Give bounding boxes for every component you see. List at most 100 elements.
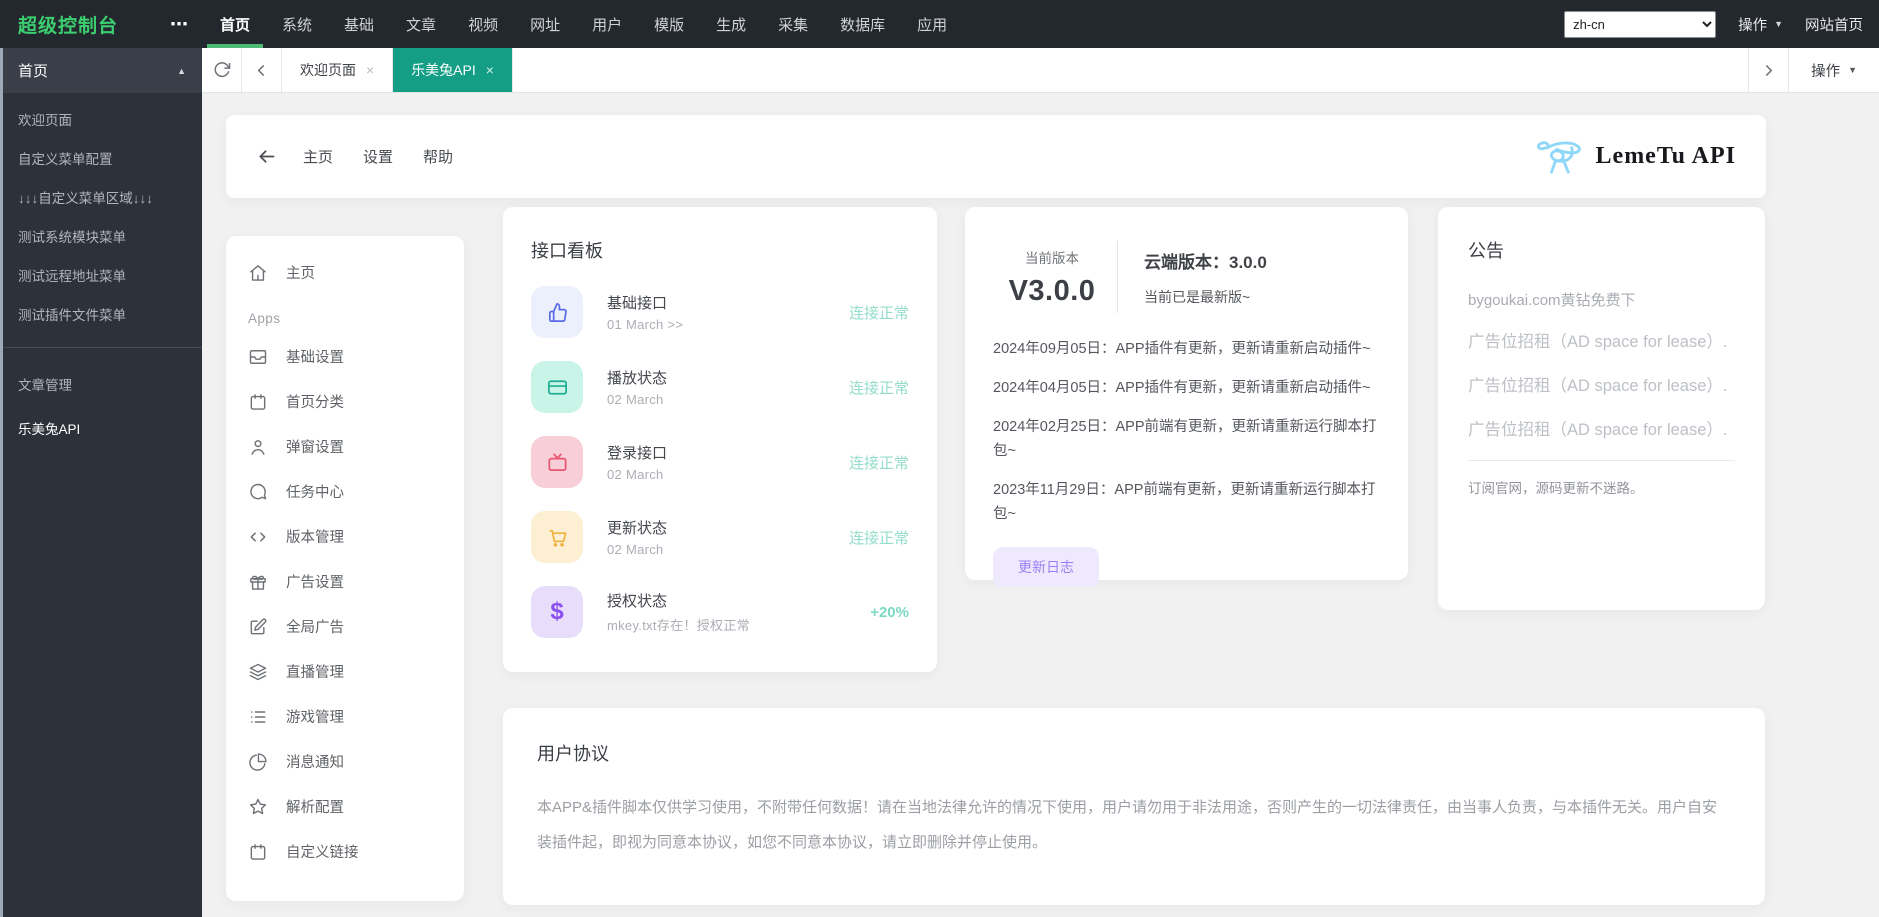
cloud-version-block: 云端版本：3.0.0 当前已是最新版~ <box>1144 248 1267 307</box>
user-icon <box>248 437 268 457</box>
version-header: 当前版本 V3.0.0 云端版本：3.0.0 当前已是最新版~ <box>993 241 1380 313</box>
sidenav-item-basic-settings[interactable]: 基础设置 <box>226 334 464 379</box>
refresh-button[interactable] <box>202 48 242 92</box>
calendar-icon <box>248 392 268 412</box>
sidebar-item-test-system-module[interactable]: 测试系统模块菜单 <box>0 216 202 255</box>
sidebar-item-test-plugin-file[interactable]: 测试插件文件菜单 <box>0 294 202 333</box>
version-log-entry: 2023年11月29日：APP前端有更新，更新请重新运行脚本打包~ <box>993 478 1380 526</box>
header-menu-help[interactable]: 帮助 <box>423 146 453 167</box>
sidebar-item-custom-menu-config[interactable]: 自定义菜单配置 <box>0 138 202 177</box>
brand-area: LemeTu API <box>1532 137 1736 177</box>
notice-item: bygoukai.com黄钻免费下 <box>1468 289 1735 310</box>
sidenav-item-task-center[interactable]: 任务中心 <box>226 469 464 514</box>
sidebar-item-welcome[interactable]: 欢迎页面 <box>0 99 202 138</box>
sidenav-item-game-manage[interactable]: 游戏管理 <box>226 694 464 739</box>
sidenav-item-home-category[interactable]: 首页分类 <box>226 379 464 424</box>
sidebar-group-2: 文章管理 乐美兔API <box>0 356 202 456</box>
sidebar-item-test-remote-addr[interactable]: 测试远程地址菜单 <box>0 255 202 294</box>
sidenav-item-live-manage[interactable]: 直播管理 <box>226 649 464 694</box>
notice-divider <box>1468 460 1735 461</box>
current-version-label: 当前版本 <box>993 247 1111 267</box>
user-agreement-card: 用户协议 本APP&插件脚本仅供学习使用，不附带任何数据！请在当地法律允许的情况… <box>503 708 1765 905</box>
agreement-title: 用户协议 <box>537 740 1731 766</box>
pie-chart-icon <box>248 752 268 772</box>
sidenav-item-global-ad[interactable]: 全局广告 <box>226 604 464 649</box>
version-log-entry: 2024年09月05日：APP插件有更新，更新请重新启动插件~ <box>993 337 1380 361</box>
chevron-right-icon <box>1760 62 1777 79</box>
nav-item-url[interactable]: 网址 <box>514 0 576 48</box>
tab-lemetu-api[interactable]: 乐美兔API × <box>393 48 513 92</box>
header-menu-settings[interactable]: 设置 <box>363 146 393 167</box>
nav-item-video[interactable]: 视频 <box>452 0 514 48</box>
nav-item-collect[interactable]: 采集 <box>762 0 824 48</box>
calendar-icon <box>248 842 268 862</box>
sidenav-item-custom-link[interactable]: 自定义链接 <box>226 829 464 874</box>
tabs-scroll-left-button[interactable] <box>242 48 282 92</box>
nav-item-system[interactable]: 系统 <box>266 0 328 48</box>
nav-item-home[interactable]: 首页 <box>204 0 266 48</box>
close-icon[interactable]: × <box>486 62 494 78</box>
rabbit-logo-icon <box>1532 137 1586 177</box>
dashboard-row-play-status[interactable]: 播放状态 02 March 连接正常 <box>531 361 909 413</box>
caret-down-icon: ▼ <box>1848 65 1857 75</box>
sidenav-item-parse-config[interactable]: 解析配置 <box>226 784 464 829</box>
nav-item-template[interactable]: 模版 <box>638 0 700 48</box>
nav-item-generate[interactable]: 生成 <box>700 0 762 48</box>
nav-action-dropdown[interactable]: 操作 ▼ <box>1738 14 1783 35</box>
sidebar-group-header[interactable]: 首页 ▲ <box>0 48 202 93</box>
status-badge: 连接正常 <box>849 302 909 323</box>
more-icon[interactable]: ⋯ <box>170 19 190 29</box>
sidenav-item-version-manage[interactable]: 版本管理 <box>226 514 464 559</box>
agreement-body: 本APP&插件脚本仅供学习使用，不附带任何数据！请在当地法律允许的情况下使用，用… <box>537 790 1731 860</box>
thumbs-up-icon <box>546 301 569 324</box>
site-home-link[interactable]: 网站首页 <box>1805 14 1863 35</box>
sidebar-group-1: 欢迎页面 自定义菜单配置 ↓↓↓自定义菜单区域↓↓↓ 测试系统模块菜单 测试远程… <box>0 93 202 339</box>
caret-down-icon: ▼ <box>1774 19 1783 29</box>
close-icon[interactable]: × <box>366 62 374 78</box>
cart-icon <box>546 526 569 549</box>
nav-item-database[interactable]: 数据库 <box>824 0 901 48</box>
status-badge: 连接正常 <box>849 452 909 473</box>
sidenav-item-message-notify[interactable]: 消息通知 <box>226 739 464 784</box>
edit-icon <box>248 617 268 637</box>
tabs-scroll-right-button[interactable] <box>1748 48 1788 92</box>
nav-item-article[interactable]: 文章 <box>390 0 452 48</box>
dashboard-row-license-status[interactable]: $ 授权状态 mkey.txt存在！授权正常 +20% <box>531 586 909 638</box>
sidebar-item-custom-menu-zone[interactable]: ↓↓↓自定义菜单区域↓↓↓ <box>0 177 202 216</box>
sidenav-item-ad-settings[interactable]: 广告设置 <box>226 559 464 604</box>
gift-icon <box>248 572 268 592</box>
back-arrow-button[interactable] <box>256 146 277 167</box>
notice-card: 公告 bygoukai.com黄钻免费下 广告位招租（AD space for … <box>1438 207 1765 610</box>
brand-name: LemeTu API <box>1596 143 1736 170</box>
nav-item-user[interactable]: 用户 <box>576 0 638 48</box>
nav-item-app[interactable]: 应用 <box>901 0 963 48</box>
cloud-version-line: 云端版本：3.0.0 <box>1144 248 1267 273</box>
sidebar-item-article-manage[interactable]: 文章管理 <box>0 362 202 406</box>
tab-welcome-page[interactable]: 欢迎页面 × <box>282 48 393 92</box>
chat-bubble-icon <box>248 482 268 502</box>
inbox-icon <box>248 347 268 367</box>
dashboard-row-login-api[interactable]: 登录接口 02 March 连接正常 <box>531 436 909 488</box>
top-nav-bar: 超级控制台 ⋯ 首页 系统 基础 文章 视频 网址 用户 模版 生成 采集 数据… <box>0 0 1879 48</box>
main-content: 主页 设置 帮助 LemeTu API 主页 Apps <box>202 93 1879 917</box>
update-log-button[interactable]: 更新日志 <box>993 547 1099 587</box>
home-icon <box>248 263 268 283</box>
nav-item-basic[interactable]: 基础 <box>328 0 390 48</box>
sidenav-item-popup-settings[interactable]: 弹窗设置 <box>226 424 464 469</box>
current-version-block: 当前版本 V3.0.0 <box>993 247 1111 308</box>
dashboard-title: 接口看板 <box>531 237 909 263</box>
tile <box>531 436 583 488</box>
app-logo[interactable]: 超级控制台 <box>0 11 170 38</box>
app-sidenav-card: 主页 Apps 基础设置 首页分类 弹窗设置 任务中心 <box>226 236 464 901</box>
language-select[interactable]: zh-cn <box>1564 11 1716 38</box>
header-menu-home[interactable]: 主页 <box>303 146 333 167</box>
sidebar-item-lemetu-api[interactable]: 乐美兔API <box>0 406 202 450</box>
dashboard-row-basic-api[interactable]: 基础接口 01 March >> 连接正常 <box>531 286 909 338</box>
top-nav-menu: 首页 系统 基础 文章 视频 网址 用户 模版 生成 采集 数据库 应用 <box>204 0 963 48</box>
version-card: 当前版本 V3.0.0 云端版本：3.0.0 当前已是最新版~ 2024年09月… <box>965 207 1408 580</box>
chevron-left-icon <box>253 62 270 79</box>
sidenav-item-home[interactable]: 主页 <box>226 250 464 295</box>
tab-action-dropdown[interactable]: 操作 ▼ <box>1788 48 1879 92</box>
dashboard-row-update-status[interactable]: 更新状态 02 March 连接正常 <box>531 511 909 563</box>
tile: $ <box>531 586 583 638</box>
